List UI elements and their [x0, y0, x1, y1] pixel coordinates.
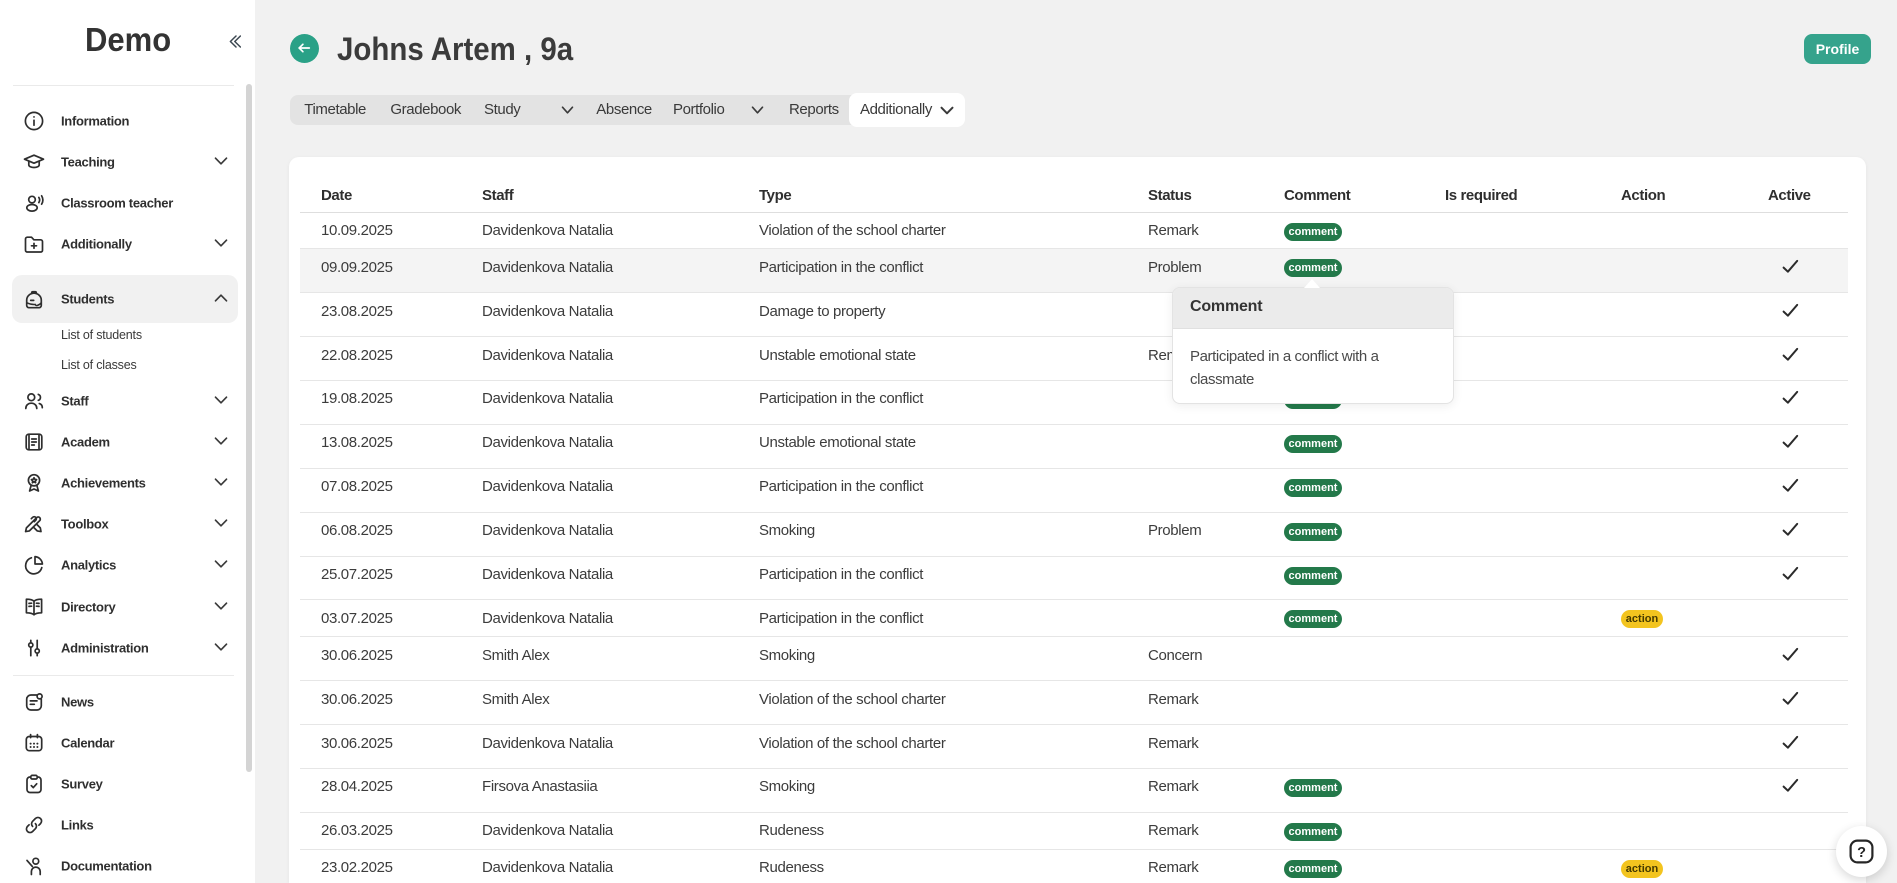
svg-text:?: ?	[1857, 845, 1866, 861]
